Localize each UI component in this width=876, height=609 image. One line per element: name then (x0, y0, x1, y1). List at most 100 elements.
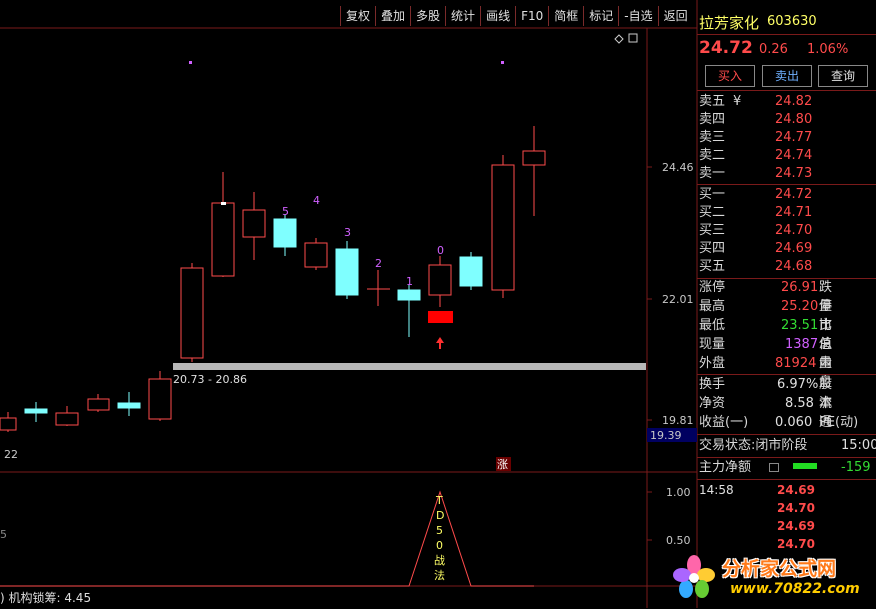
watermark-logo: 分析家公式网 www.70822.com (668, 550, 874, 606)
tb-biaoji-button[interactable]: 标记 (583, 6, 618, 26)
stat-row-high: 最高 25.20 量比 (699, 297, 832, 333)
svg-text:5: 5 (436, 524, 443, 537)
fin-label: 换手 (699, 377, 726, 392)
bid-label: 买二 (699, 205, 726, 220)
tb-jiankuang-button[interactable]: 简框 (548, 6, 583, 26)
tb-fuquan-button[interactable]: 复权 (340, 6, 375, 26)
stock-code: 603630 (767, 14, 817, 29)
sell-button[interactable]: 卖出 (762, 65, 812, 87)
bid-price: 24.71 (775, 205, 813, 220)
svg-text:D: D (436, 509, 444, 522)
bid-price: 24.69 (775, 241, 813, 256)
main-net-value: -159 (841, 460, 871, 475)
net-bar (793, 463, 817, 469)
svg-text:战: 战 (434, 554, 445, 567)
quote-panel: 拉芳家化 603630 24.72 0.26 1.06% 买入 卖出 查询 卖五… (697, 8, 876, 608)
ask-label: 卖三 (699, 130, 726, 145)
trade-status-value: 闭市阶段 (755, 438, 808, 453)
bid-label: 买五 (699, 259, 726, 274)
yen-icon: ¥ (733, 94, 742, 109)
stock-name[interactable]: 拉芳家化 (699, 12, 759, 33)
ask-row-1[interactable]: 卖一 24.73 (699, 165, 871, 183)
ask-row-2[interactable]: 卖二 24.74 (699, 147, 871, 165)
price-tick-2: 22.01 (662, 293, 694, 306)
indicator-tick-1: 1.00 (666, 486, 691, 499)
left-small-label: 5 (0, 528, 7, 541)
bid-row-3[interactable]: 买三 24.70 (699, 222, 871, 240)
count-2: 2 (375, 257, 382, 270)
bid-label: 买四 (699, 241, 726, 256)
separator (697, 90, 876, 91)
stat-row-outer: 外盘 81924 内盘 (699, 354, 832, 390)
bid-row-1[interactable]: 买一 24.72 (699, 186, 871, 204)
watermark-url: www.70822.com (730, 581, 860, 597)
tick-price: 24.69 (777, 483, 815, 497)
watermark-title: 分析家公式网 (722, 558, 837, 580)
separator (697, 34, 876, 35)
ask-row-5[interactable]: 卖五 ¥24.82 (699, 93, 871, 111)
stat-value: 26.91 (781, 280, 819, 295)
tb-diejia-button[interactable]: 叠加 (375, 6, 410, 26)
count-3: 3 (344, 226, 351, 239)
ask-row-3[interactable]: 卖三 24.77 (699, 129, 871, 147)
svg-text:T: T (435, 494, 443, 507)
bottom-indicator-value: 机构锁筹: 4.45 (8, 591, 92, 605)
tb-huaxian-button[interactable]: 画线 (480, 6, 515, 26)
diamond-icon[interactable] (614, 34, 624, 44)
ask-price: 24.80 (775, 112, 813, 127)
tick-price: 24.69 (777, 519, 815, 533)
bid-row-4[interactable]: 买四 24.69 (699, 240, 871, 258)
stat-row-limit-up: 涨停 26.91 跌停 (699, 278, 832, 314)
last-price: 24.72 (699, 38, 753, 58)
svg-text:法: 法 (434, 568, 445, 582)
tick-price: 24.70 (777, 501, 815, 515)
tb-duogu-button[interactable]: 多股 (410, 6, 445, 26)
ask-price: 24.82 (775, 94, 813, 109)
chart-toolbar: 复权 叠加 多股 统计 画线 F10 简框 标记 -自选 返回 (340, 6, 693, 28)
square-icon[interactable] (628, 33, 638, 43)
bid-price: 24.68 (775, 259, 813, 274)
price-tick-3: 19.81 (662, 414, 694, 427)
marker-dot (501, 61, 504, 64)
price-change: 0.26 (759, 42, 788, 57)
stat-value: 25.20 (781, 299, 819, 314)
signal-bar (428, 311, 453, 323)
tb-tongji-button[interactable]: 统计 (445, 6, 480, 26)
trade-time: 15:00 (841, 438, 876, 453)
bid-price: 24.72 (775, 187, 813, 202)
stat-row-low: 最低 23.51 市值 (699, 316, 832, 352)
ask-price: 24.77 (775, 130, 813, 145)
bid-row-2[interactable]: 买二 24.71 (699, 204, 871, 222)
tb-f10-button[interactable]: F10 (515, 6, 548, 26)
ask-row-4[interactable]: 卖四 24.80 (699, 111, 871, 129)
support-bar (173, 363, 646, 370)
trade-status: 交易状态:闭市阶段 15:00 (699, 436, 876, 455)
stat-label: 外盘 (699, 356, 726, 371)
stat-value: 1387 (785, 337, 819, 352)
stat-value: 23.51 (781, 318, 819, 333)
menu-box-icon[interactable] (769, 463, 779, 472)
ask-price: 24.74 (775, 148, 813, 163)
stat-row-volume: 现量 1387 总量 (699, 335, 832, 371)
ask-label: 卖五 (699, 94, 726, 109)
query-button[interactable]: 查询 (818, 65, 868, 87)
ask-label: 卖一 (699, 166, 726, 181)
fin-label: 收益(一) (699, 415, 749, 430)
stat-label: 最高 (699, 299, 726, 314)
bid-price: 24.70 (775, 223, 813, 238)
count-4: 4 (313, 194, 320, 207)
separator (697, 479, 876, 480)
tb-zixuan-button[interactable]: -自选 (618, 6, 657, 26)
fin-value: 6.97% (777, 377, 819, 392)
left-edge-label: 22 (4, 448, 18, 461)
tick-time: 14:58 (699, 483, 734, 497)
bid-row-5[interactable]: 买五 24.68 (699, 258, 871, 276)
svg-text:0: 0 (436, 539, 443, 552)
stat-label: 涨停 (699, 280, 726, 295)
stat-value: 81924 (775, 356, 817, 371)
tb-fanhui-button[interactable]: 返回 (657, 6, 693, 26)
fin-value: 8.58 (785, 396, 814, 411)
ask-label: 卖四 (699, 112, 726, 127)
price-tick-1: 24.46 (662, 161, 694, 174)
buy-button[interactable]: 买入 (705, 65, 755, 87)
